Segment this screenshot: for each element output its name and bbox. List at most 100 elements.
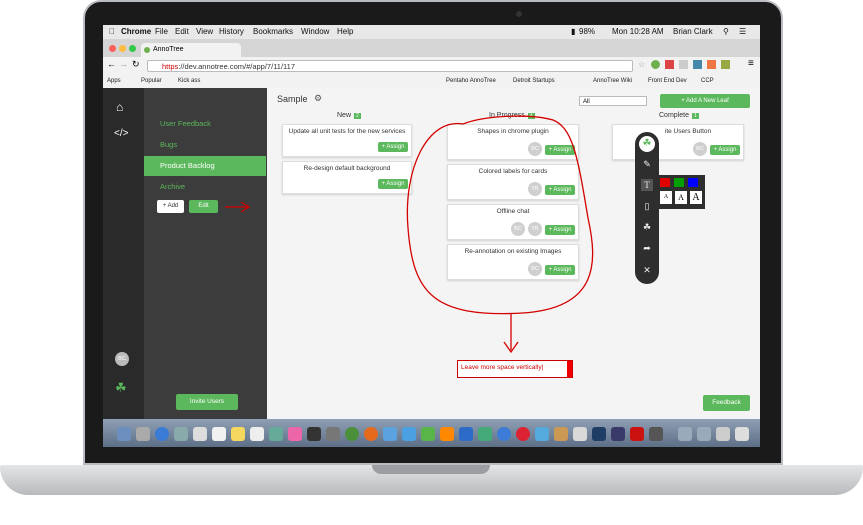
add-button[interactable]: + Add xyxy=(157,200,184,213)
forward-icon[interactable]: → xyxy=(119,59,128,69)
url-input[interactable]: https://dev.annotree.com/#/app/7/11/117 xyxy=(147,60,633,72)
assignee-avatar[interactable]: YB xyxy=(528,182,542,196)
app-navy-icon[interactable] xyxy=(611,427,625,441)
edit-button[interactable]: Edit xyxy=(189,200,218,213)
extension-red-icon[interactable] xyxy=(665,60,674,69)
menu-file[interactable]: File xyxy=(155,25,168,39)
assign-button[interactable]: + Assign xyxy=(545,265,575,275)
trash-icon[interactable] xyxy=(735,427,749,441)
terminal-icon[interactable] xyxy=(307,427,321,441)
app-bird-icon[interactable] xyxy=(459,427,473,441)
chrome-menu-icon[interactable]: ≡ xyxy=(748,58,754,69)
app-wave-icon[interactable] xyxy=(478,427,492,441)
pencil-icon[interactable]: ✎ xyxy=(641,158,653,170)
sidebar-item-bugs[interactable]: Bugs xyxy=(144,135,266,155)
menu-window[interactable]: Window xyxy=(301,25,329,39)
card[interactable]: Colored labels for cards YB + Assign xyxy=(447,164,579,200)
skype-icon[interactable] xyxy=(383,427,397,441)
eraser-icon[interactable]: ▯ xyxy=(641,200,653,212)
assign-button[interactable]: + Assign xyxy=(710,145,740,155)
notes-icon[interactable] xyxy=(231,427,245,441)
bookmark-apps[interactable]: Apps xyxy=(107,75,121,88)
code-icon[interactable]: </> xyxy=(114,128,128,139)
extension-grey-icon[interactable] xyxy=(679,60,688,69)
filter-select[interactable]: All xyxy=(579,96,647,106)
app-drop-icon[interactable] xyxy=(535,427,549,441)
tree-icon[interactable]: ☘ xyxy=(641,221,653,233)
apple-icon[interactable]:  xyxy=(109,25,115,39)
maps-icon[interactable] xyxy=(269,427,283,441)
font-size-small[interactable]: A xyxy=(660,191,672,204)
invite-users-button[interactable]: Invite Users xyxy=(176,394,238,410)
clock[interactable]: Mon 10:28 AM xyxy=(612,25,664,39)
sidebar-item-user-feedback[interactable]: User Feedback xyxy=(144,114,266,134)
user-avatar[interactable]: BC xyxy=(115,352,129,366)
extension-blue-icon[interactable] xyxy=(693,60,702,69)
firefox-icon[interactable] xyxy=(364,427,378,441)
card[interactable]: Update all unit tests for the new servic… xyxy=(282,124,412,157)
reload-icon[interactable]: ↻ xyxy=(132,59,140,70)
text-annotation-note[interactable]: Leave more space vertically| xyxy=(457,360,573,378)
extension-orange-icon[interactable] xyxy=(707,60,716,69)
home-icon[interactable]: ⌂ xyxy=(116,100,123,114)
tab-annotree[interactable]: AnnoTree xyxy=(141,43,241,57)
battery-icon[interactable]: ▮ xyxy=(571,25,575,39)
text-tool-icon[interactable]: T xyxy=(641,179,653,191)
app-circle-icon[interactable] xyxy=(497,427,511,441)
bookmark-annotree-wiki[interactable]: AnnoTree Wiki xyxy=(593,75,632,88)
assign-button[interactable]: + Assign xyxy=(378,142,408,152)
note-handle[interactable] xyxy=(567,361,572,377)
assign-button[interactable]: + Assign xyxy=(378,179,408,189)
star-icon[interactable]: ☆ xyxy=(638,60,645,69)
assignee-avatar[interactable]: BC xyxy=(511,222,525,236)
downloads-icon[interactable] xyxy=(716,427,730,441)
menu-app-name[interactable]: Chrome xyxy=(121,25,151,39)
app-brown-icon[interactable] xyxy=(554,427,568,441)
vlc-icon[interactable] xyxy=(440,427,454,441)
bookmark-kick-ass[interactable]: Kick ass xyxy=(178,75,200,88)
calendar-icon[interactable] xyxy=(212,427,226,441)
add-new-leaf-button[interactable]: + Add A New Leaf xyxy=(660,94,750,108)
bookmark-pentaho-annotree[interactable]: Pentaho AnnoTree xyxy=(446,75,496,88)
user-name[interactable]: Brian Clark xyxy=(673,25,713,39)
menu-help[interactable]: Help xyxy=(337,25,353,39)
bookmark-detroit-startups[interactable]: Detroit Startups xyxy=(513,75,555,88)
color-blue-swatch[interactable] xyxy=(688,178,698,187)
annotree-extension-icon[interactable] xyxy=(651,60,660,69)
font-size-large[interactable]: A xyxy=(690,191,702,204)
app-green-icon[interactable] xyxy=(421,427,435,441)
menu-edit[interactable]: Edit xyxy=(175,25,189,39)
mail-icon[interactable] xyxy=(174,427,188,441)
menu-bookmarks[interactable]: Bookmarks xyxy=(253,25,293,39)
card[interactable]: Re-annotation on existing Images BC + As… xyxy=(447,244,579,280)
bookmark-front-end-dev[interactable]: Front End Dev xyxy=(648,75,687,88)
settings-gear-icon[interactable]: ⚙ xyxy=(314,93,322,104)
annotree-tree-icon[interactable]: ☘ xyxy=(639,136,655,152)
zoom-window-icon[interactable] xyxy=(129,45,136,52)
close-window-icon[interactable] xyxy=(109,45,116,52)
card[interactable]: ite Users Button BC + Assign xyxy=(612,124,744,160)
color-green-swatch[interactable] xyxy=(674,178,684,187)
preferences-icon[interactable] xyxy=(326,427,340,441)
card[interactable]: Offline chat BC YB + Assign xyxy=(447,204,579,240)
color-red-swatch[interactable] xyxy=(660,178,670,187)
assignee-avatar[interactable]: BC xyxy=(528,262,542,276)
card[interactable]: Shapes in chrome plugin BC + Assign xyxy=(447,124,579,160)
acrobat-icon[interactable] xyxy=(630,427,644,441)
menu-view[interactable]: View xyxy=(196,25,213,39)
minimize-window-icon[interactable] xyxy=(119,45,126,52)
app-dark-icon[interactable] xyxy=(649,427,663,441)
font-size-medium[interactable]: A xyxy=(675,191,687,204)
app-grey-icon[interactable] xyxy=(573,427,587,441)
back-icon[interactable]: ← xyxy=(107,59,116,69)
folder-icon[interactable] xyxy=(697,427,711,441)
bookmark-popular[interactable]: Popular xyxy=(141,75,162,88)
finder-icon[interactable] xyxy=(117,427,131,441)
menu-history[interactable]: History xyxy=(219,25,244,39)
assign-button[interactable]: + Assign xyxy=(545,225,575,235)
bookmark-ccp[interactable]: CCP xyxy=(701,75,714,88)
folder-icon[interactable] xyxy=(678,427,692,441)
assignee-avatar[interactable]: YB xyxy=(528,222,542,236)
photos-icon[interactable] xyxy=(288,427,302,441)
feedback-button[interactable]: Feedback xyxy=(703,395,750,411)
